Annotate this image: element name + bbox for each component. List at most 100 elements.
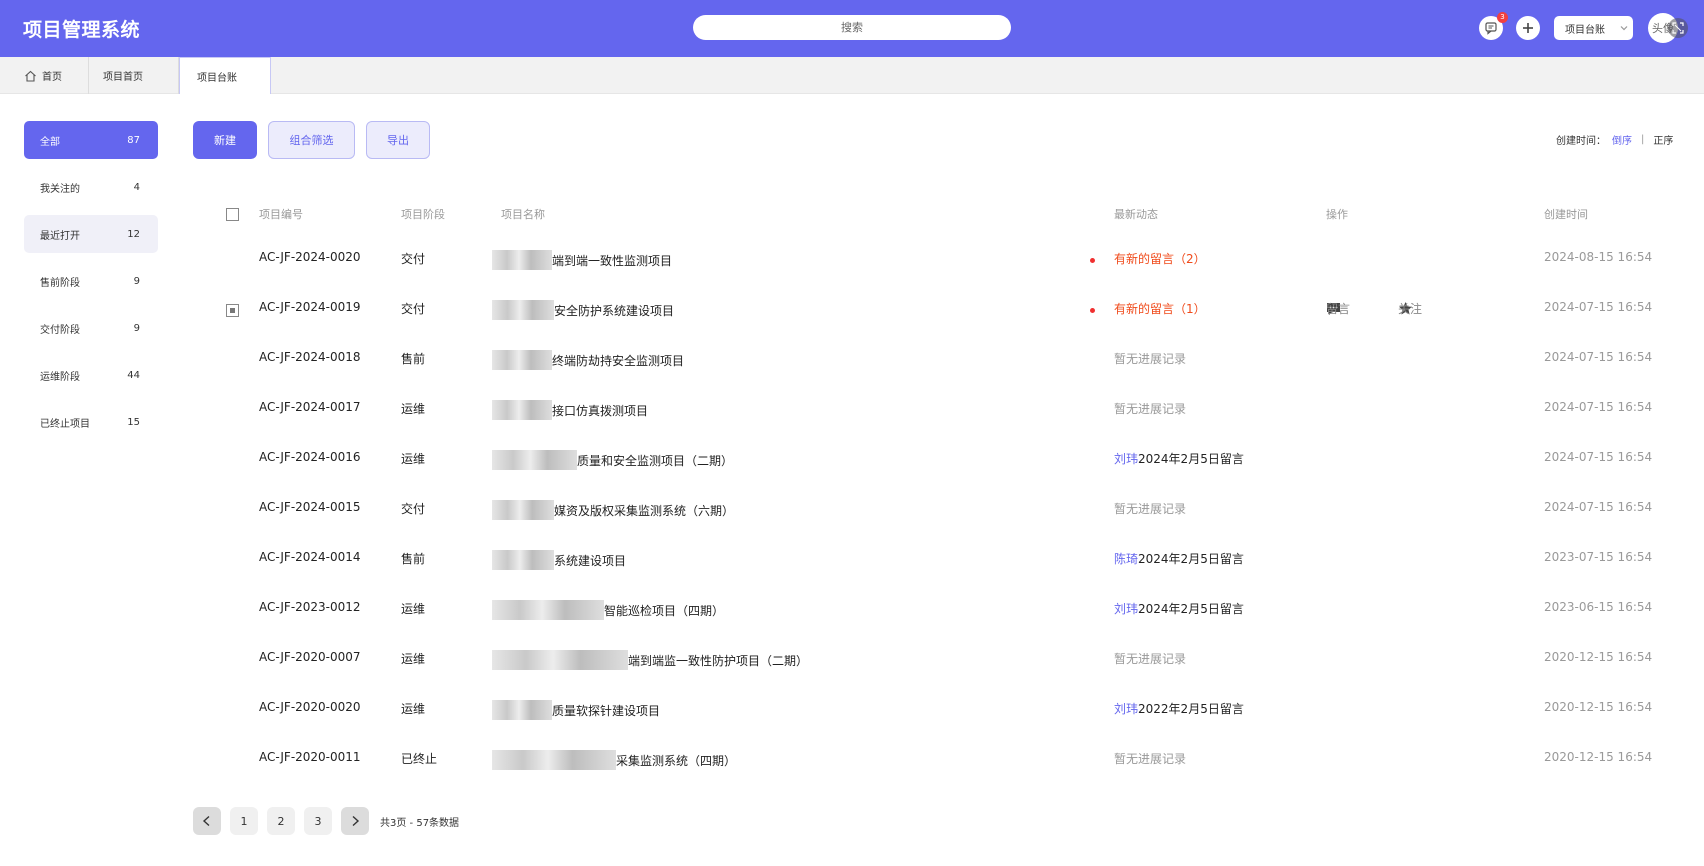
page-button-3[interactable]: 3	[304, 807, 332, 835]
table-row[interactable]: AC-JF-2024-0015 交付 媒资及版权采集监测系统（六期） 暂无进展记…	[0, 500, 1704, 520]
sort-label: 创建时间：	[1556, 136, 1606, 147]
message-badge: 3	[1497, 12, 1508, 23]
table-row[interactable]: AC-JF-2020-0007 运维 端到端监一致性防护项目（二期） 暂无进展记…	[0, 650, 1704, 670]
row-dynamic[interactable]: 有新的留言（1）	[1114, 300, 1206, 317]
tab-project-ledger[interactable]: 项目台账	[179, 57, 271, 94]
table-row[interactable]: AC-JF-2020-0011 已终止 采集监测系统（四期） 暂无进展记录 20…	[0, 750, 1704, 770]
tab-project-home[interactable]: 项目首页	[89, 57, 179, 94]
row-name[interactable]: 端到端一致性监测项目	[492, 250, 672, 270]
row-dynamic-text: 2022年2月5日留言	[1138, 702, 1244, 716]
follow-button[interactable]: 关注	[1398, 301, 1422, 316]
sort-desc-link[interactable]: 倒序	[1612, 132, 1632, 147]
redacted-block	[492, 550, 554, 570]
row-name[interactable]: 端到端监一致性防护项目（二期）	[492, 650, 808, 670]
table-row[interactable]: AC-JF-2024-0019 交付 安全防护系统建设项目 有新的留言（1） 留…	[0, 300, 1704, 320]
row-name[interactable]: 质量和安全监测项目（二期）	[492, 450, 733, 470]
row-name[interactable]: 采集监测系统（四期）	[492, 750, 736, 770]
row-stage: 运维	[401, 602, 426, 616]
pagination: 1 2 3 共3页 - 57条数据	[193, 807, 459, 835]
search-input[interactable]: 搜索	[693, 15, 1011, 40]
row-created: 2020-12-15 16:54	[1544, 700, 1653, 714]
row-dynamic-user[interactable]: 刘玮	[1114, 452, 1138, 466]
sort-asc-link[interactable]: 正序	[1653, 132, 1673, 147]
sidebar-item-count: 4	[133, 181, 140, 193]
sidebar-item-label: 售前阶段	[40, 277, 80, 289]
row-name[interactable]: 终端防劫持安全监测项目	[492, 350, 684, 370]
table-row[interactable]: AC-JF-2023-0012 运维 智能巡检项目（四期） 刘玮2024年2月5…	[0, 600, 1704, 620]
ledger-select[interactable]: 项目台账	[1554, 16, 1633, 40]
row-name[interactable]: 智能巡检项目（四期）	[492, 600, 724, 620]
row-dynamic-text: 2024年2月5日留言	[1138, 552, 1244, 566]
table-row[interactable]: AC-JF-2024-0017 运维 接口仿真拨测项目 暂无进展记录 2024-…	[0, 400, 1704, 420]
row-code: AC-JF-2024-0016	[259, 450, 361, 464]
row-created: 2024-07-15 16:54	[1544, 500, 1653, 514]
row-dynamic-text: 2024年2月5日留言	[1138, 452, 1244, 466]
row-name[interactable]: 系统建设项目	[492, 550, 626, 570]
row-name[interactable]: 媒资及版权采集监测系统（六期）	[492, 500, 734, 520]
row-code: AC-JF-2024-0017	[259, 400, 361, 414]
row-code: AC-JF-2024-0019	[259, 300, 361, 314]
table-row[interactable]: AC-JF-2024-0014 售前 系统建设项目 陈琦2024年2月5日留言 …	[0, 550, 1704, 570]
sidebar-item-label: 我关注的	[40, 183, 80, 195]
row-name-text: 端到端监一致性防护项目（二期）	[628, 653, 809, 668]
redacted-block	[492, 400, 552, 420]
select-all-checkbox[interactable]	[226, 208, 239, 221]
row-stage: 运维	[401, 652, 426, 666]
table-row[interactable]: AC-JF-2024-0020 交付 端到端一致性监测项目 有新的留言（2） 2…	[0, 250, 1704, 270]
sidebar-item-all[interactable]: 全部 87	[24, 121, 158, 159]
row-dynamic[interactable]: 刘玮2024年2月5日留言	[1114, 600, 1244, 617]
sidebar-item-label: 交付阶段	[40, 324, 80, 336]
home-icon	[25, 70, 36, 82]
page-button-2[interactable]: 2	[267, 807, 295, 835]
row-name-text: 系统建设项目	[554, 553, 627, 568]
row-name[interactable]: 接口仿真拨测项目	[492, 400, 648, 420]
row-dynamic[interactable]: 刘玮2022年2月5日留言	[1114, 700, 1244, 717]
comment-button[interactable]: 留言	[1326, 301, 1350, 316]
row-dynamic-user[interactable]: 陈琦	[1114, 552, 1138, 566]
message-icon	[1485, 22, 1497, 35]
next-page-button[interactable]	[341, 807, 369, 835]
redacted-block	[492, 700, 552, 720]
row-dynamic: 暂无进展记录	[1114, 752, 1187, 766]
row-name[interactable]: 质量软探针建设项目	[492, 700, 660, 720]
row-created: 2024-07-15 16:54	[1544, 300, 1653, 314]
row-dynamic[interactable]: 陈琦2024年2月5日留言	[1114, 550, 1244, 567]
table-row[interactable]: AC-JF-2020-0020 运维 质量软探针建设项目 刘玮2022年2月5日…	[0, 700, 1704, 720]
row-dynamic[interactable]: 刘玮2024年2月5日留言	[1114, 450, 1244, 467]
page-button-1[interactable]: 1	[230, 807, 258, 835]
sidebar-item-label: 最近打开	[40, 230, 80, 242]
row-checkbox[interactable]	[226, 304, 239, 317]
tab-home-label: 首页	[42, 72, 62, 83]
add-button[interactable]	[1516, 16, 1540, 40]
header-code: 项目编号	[259, 208, 303, 221]
header-created: 创建时间	[1544, 208, 1588, 221]
row-code: AC-JF-2024-0020	[259, 250, 361, 264]
filter-button[interactable]: 组合筛选	[268, 121, 355, 159]
row-dynamic-user[interactable]: 刘玮	[1114, 602, 1138, 616]
chevron-down-icon	[1620, 26, 1628, 31]
sidebar-item-count: 9	[133, 322, 140, 334]
tab-home[interactable]: 首页	[0, 57, 89, 94]
table-row[interactable]: AC-JF-2024-0018 售前 终端防劫持安全监测项目 暂无进展记录 20…	[0, 350, 1704, 370]
row-stage: 交付	[401, 302, 426, 316]
redacted-block	[492, 450, 577, 470]
header-stage: 项目阶段	[401, 208, 445, 221]
fullscreen-icon[interactable]	[1668, 18, 1688, 38]
row-code: AC-JF-2020-0020	[259, 700, 361, 714]
prev-page-button[interactable]	[193, 807, 221, 835]
row-name-text: 媒资及版权采集监测系统（六期）	[554, 503, 735, 518]
table-row[interactable]: AC-JF-2024-0016 运维 质量和安全监测项目（二期） 刘玮2024年…	[0, 450, 1704, 470]
export-button[interactable]: 导出	[366, 121, 430, 159]
row-name[interactable]: 安全防护系统建设项目	[492, 300, 674, 320]
row-stage: 已终止	[401, 752, 438, 766]
row-created: 2024-07-15 16:54	[1544, 450, 1653, 464]
row-stage: 交付	[401, 502, 426, 516]
row-dynamic-user[interactable]: 刘玮	[1114, 702, 1138, 716]
sidebar-item-followed[interactable]: 我关注的 4	[24, 168, 158, 206]
row-dynamic[interactable]: 有新的留言（2）	[1114, 250, 1206, 267]
sidebar-item-count: 12	[127, 228, 140, 240]
redacted-block	[492, 250, 552, 270]
row-name-text: 质量和安全监测项目（二期）	[577, 453, 734, 468]
new-button[interactable]: 新建	[193, 121, 257, 159]
row-name-text: 采集监测系统（四期）	[616, 753, 737, 768]
